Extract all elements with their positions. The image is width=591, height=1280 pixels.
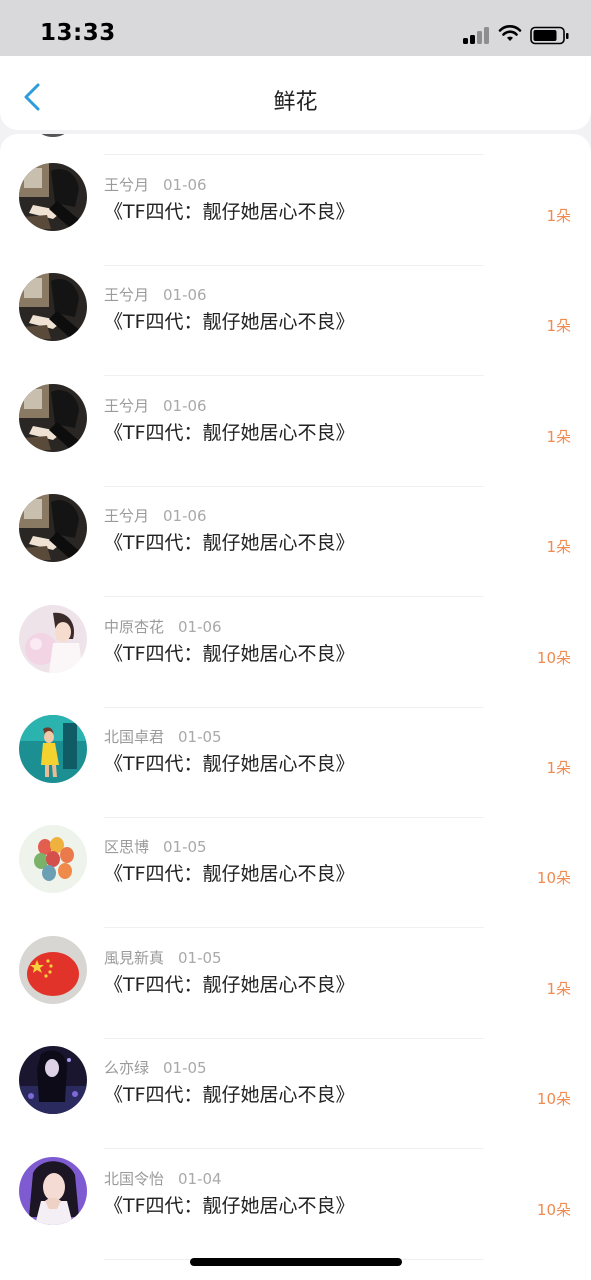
item-meta: 么亦绿 01-05 — [104, 1057, 207, 1078]
flower-count: 10朵 — [536, 1090, 571, 1109]
list-item[interactable]: 王兮月 01-06 《TF四代：靓仔她居心不良》 1朵 — [0, 265, 591, 377]
navigation-bar: 鲜花 — [0, 56, 591, 130]
cellular-signal-icon — [463, 26, 491, 44]
book-title: 《TF四代：靓仔她居心不良》 — [104, 642, 355, 665]
gift-date: 01-05 — [163, 1059, 207, 1078]
book-title: 《TF四代：靓仔她居心不良》 — [104, 1194, 355, 1217]
list-item[interactable]: 中原杏花 01-06 《TF四代：靓仔她居心不良》 10朵 — [0, 597, 591, 708]
gift-date: 01-05 — [178, 948, 222, 967]
flower-count: 1朵 — [546, 538, 571, 557]
list-item[interactable]: 北国令怡 01-04 《TF四代：靓仔她居心不良》 10朵 — [0, 1149, 591, 1260]
gift-date: 01-06 — [163, 176, 207, 194]
list-item[interactable]: 么亦绿 01-05 《TF四代：靓仔她居心不良》 10朵 — [0, 1038, 591, 1150]
battery-icon — [530, 26, 569, 45]
avatar[interactable] — [19, 1046, 87, 1115]
avatar[interactable] — [19, 604, 87, 673]
gift-date: 01-05 — [163, 838, 207, 857]
user-name: 王兮月 — [104, 507, 150, 526]
avatar — [38, 134, 68, 137]
avatar[interactable] — [19, 383, 87, 452]
gift-date: 01-06 — [178, 617, 222, 636]
avatar[interactable] — [19, 163, 87, 231]
avatar[interactable] — [19, 715, 87, 783]
list-item[interactable]: 風見新真 01-05 《TF四代：靓仔她居心不良》 1朵 — [0, 928, 591, 1039]
avatar[interactable] — [19, 273, 87, 342]
user-name: 北国卓君 — [104, 728, 165, 746]
list-item[interactable]: 王兮月 01-06 《TF四代：靓仔她居心不良》 1朵 — [0, 376, 591, 487]
item-meta: 中原杏花 01-06 — [104, 616, 222, 637]
item-meta: 王兮月 01-06 — [104, 174, 207, 195]
status-bar: 13:33 — [0, 0, 591, 56]
flower-count: 1朵 — [546, 317, 571, 336]
flower-count: 1朵 — [546, 427, 571, 446]
wifi-icon — [498, 25, 522, 41]
user-name: 中原杏花 — [104, 617, 165, 636]
flower-count: 1朵 — [546, 979, 571, 998]
user-name: 么亦绿 — [104, 1059, 150, 1078]
flower-count: 1朵 — [546, 207, 571, 225]
status-time: 13:33 — [40, 20, 116, 46]
flower-count: 1朵 — [546, 759, 571, 777]
list-item[interactable]: 北国卓君 01-05 《TF四代：靓仔她居心不良》 1朵 — [0, 707, 591, 818]
flower-gift-list: 王兮月 01-06 《TF四代：靓仔她居心不良》 1朵 王兮月 01-06 《TF四代：靓仔… — [0, 134, 591, 1280]
user-name: 北国令怡 — [104, 1169, 165, 1188]
gift-date: 01-06 — [163, 396, 207, 415]
list-item[interactable]: 区思博 01-05 《TF四代：靓仔她居心不良》 10朵 — [0, 817, 591, 929]
page-title: 鲜花 — [273, 90, 318, 115]
user-name: 王兮月 — [104, 396, 150, 415]
item-meta: 北国令怡 01-04 — [104, 1168, 222, 1189]
flower-count: 10朵 — [536, 869, 571, 888]
item-meta: 王兮月 01-06 — [104, 284, 207, 305]
book-title: 《TF四代：靓仔她居心不良》 — [104, 753, 355, 775]
item-meta: 王兮月 01-06 — [104, 395, 207, 416]
list-item[interactable]: 王兮月 01-06 《TF四代：靓仔她居心不良》 1朵 — [0, 486, 591, 598]
gift-date: 01-04 — [178, 1169, 222, 1188]
avatar[interactable] — [19, 935, 87, 1004]
book-title: 《TF四代：靓仔她居心不良》 — [104, 532, 355, 555]
book-title: 《TF四代：靓仔她居心不良》 — [104, 311, 355, 334]
gift-date: 01-05 — [178, 728, 222, 746]
book-title: 《TF四代：靓仔她居心不良》 — [104, 863, 355, 886]
avatar[interactable] — [19, 494, 87, 563]
book-title: 《TF四代：靓仔她居心不良》 — [104, 421, 355, 444]
user-name: 王兮月 — [104, 176, 150, 194]
book-title: 《TF四代：靓仔她居心不良》 — [104, 1084, 355, 1107]
gift-date: 01-06 — [163, 286, 207, 305]
gift-date: 01-06 — [163, 507, 207, 526]
list-item[interactable]: 王兮月 01-06 《TF四代：靓仔她居心不良》 1朵 — [0, 155, 591, 266]
item-meta: 王兮月 01-06 — [104, 505, 207, 526]
flower-count: 10朵 — [536, 648, 571, 667]
home-indicator[interactable] — [190, 1258, 402, 1266]
user-name: 王兮月 — [104, 286, 150, 305]
item-meta: 北国卓君 01-05 — [104, 726, 222, 747]
avatar[interactable] — [19, 1156, 87, 1225]
item-meta: 区思博 01-05 — [104, 836, 207, 857]
book-title: 《TF四代：靓仔她居心不良》 — [104, 201, 355, 223]
book-title: 《TF四代：靓仔她居心不良》 — [104, 973, 355, 996]
user-name: 区思博 — [104, 838, 150, 857]
user-name: 風見新真 — [104, 948, 165, 967]
item-meta: 風見新真 01-05 — [104, 947, 222, 968]
avatar[interactable] — [19, 825, 87, 894]
flower-count: 10朵 — [536, 1200, 571, 1219]
